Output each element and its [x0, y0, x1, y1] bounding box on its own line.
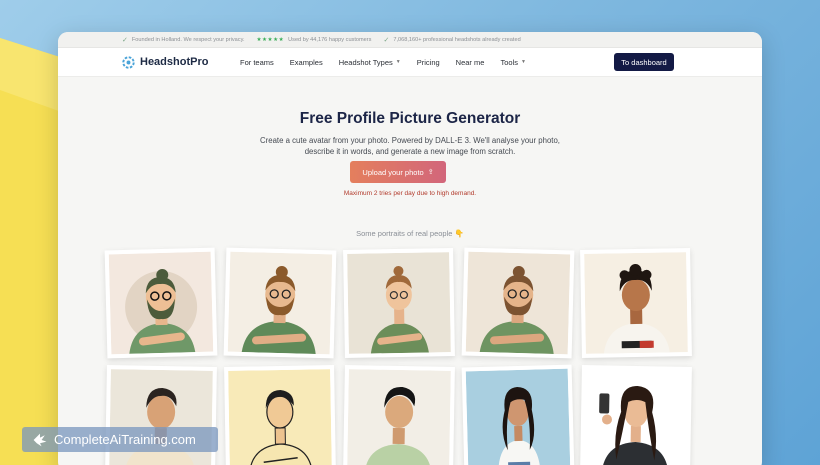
portrait-card — [223, 247, 337, 359]
portrait-image — [465, 251, 571, 355]
portrait-image — [347, 369, 451, 465]
stars-icon: ★★★★★ — [256, 36, 285, 43]
main-nav: For teams Examples Headshot Types ▼ Prici… — [240, 58, 526, 67]
portrait-card — [461, 247, 575, 359]
check-icon: ✓ — [122, 36, 128, 44]
portrait-card — [343, 365, 455, 465]
portrait-card — [580, 248, 692, 358]
chevron-down-icon: ▼ — [395, 59, 401, 65]
trust-founded: ✓ Founded in Holland. We respect your pr… — [122, 36, 245, 44]
watermark-badge: CompleteAiTraining.com — [22, 427, 218, 452]
nav-tools[interactable]: Tools ▼ — [500, 58, 525, 67]
check-icon: ✓ — [383, 36, 390, 44]
portrait-image — [347, 252, 451, 354]
portrait-image — [465, 368, 571, 465]
portrait-card — [580, 365, 692, 465]
sparkle-logo-icon — [33, 433, 47, 446]
portraits-label: Some portraits of real people 👇 — [356, 229, 464, 238]
brand-logo[interactable]: HeadshotPro — [122, 55, 240, 69]
trust-headshots: ✓ 7,068,160+ professional headshots alre… — [383, 36, 521, 44]
brand-name: HeadshotPro — [140, 56, 209, 68]
logo-icon — [122, 55, 135, 69]
portrait-card — [461, 364, 575, 465]
nav-pricing[interactable]: Pricing — [417, 58, 440, 67]
portrait-image — [584, 369, 688, 465]
nav-headshot-types[interactable]: Headshot Types ▼ — [339, 58, 401, 67]
nav-near-me[interactable]: Near me — [456, 58, 485, 67]
upload-icon: ⇪ — [427, 169, 434, 176]
dashboard-button[interactable]: To dashboard — [614, 53, 674, 71]
nav-examples[interactable]: Examples — [290, 58, 323, 67]
page-title: Free Profile Picture Generator — [299, 110, 521, 127]
chevron-down-icon: ▼ — [520, 59, 526, 65]
portrait-card — [104, 247, 218, 359]
browser-window: ✓ Founded in Holland. We respect your pr… — [58, 32, 762, 465]
portrait-image — [227, 251, 333, 355]
watermark-text: CompleteAiTraining.com — [54, 432, 196, 447]
trust-rating: ★★★★★ Used by 44,176 happy customers — [256, 36, 372, 43]
trust-bar: ✓ Founded in Holland. We respect your pr… — [58, 32, 762, 48]
portrait-image — [108, 251, 214, 355]
portrait-card — [343, 248, 455, 358]
portrait-card — [224, 365, 336, 465]
portrait-image — [228, 369, 332, 465]
navbar: HeadshotPro For teams Examples Headshot … — [58, 48, 762, 77]
nav-for-teams[interactable]: For teams — [240, 58, 274, 67]
upload-photo-button[interactable]: Upload your photo ⇪ — [350, 161, 446, 183]
portrait-image — [584, 252, 688, 354]
usage-limit-note: Maximum 2 tries per day due to high dema… — [343, 190, 477, 197]
hero-description: Create a cute avatar from your photo. Po… — [260, 136, 560, 156]
